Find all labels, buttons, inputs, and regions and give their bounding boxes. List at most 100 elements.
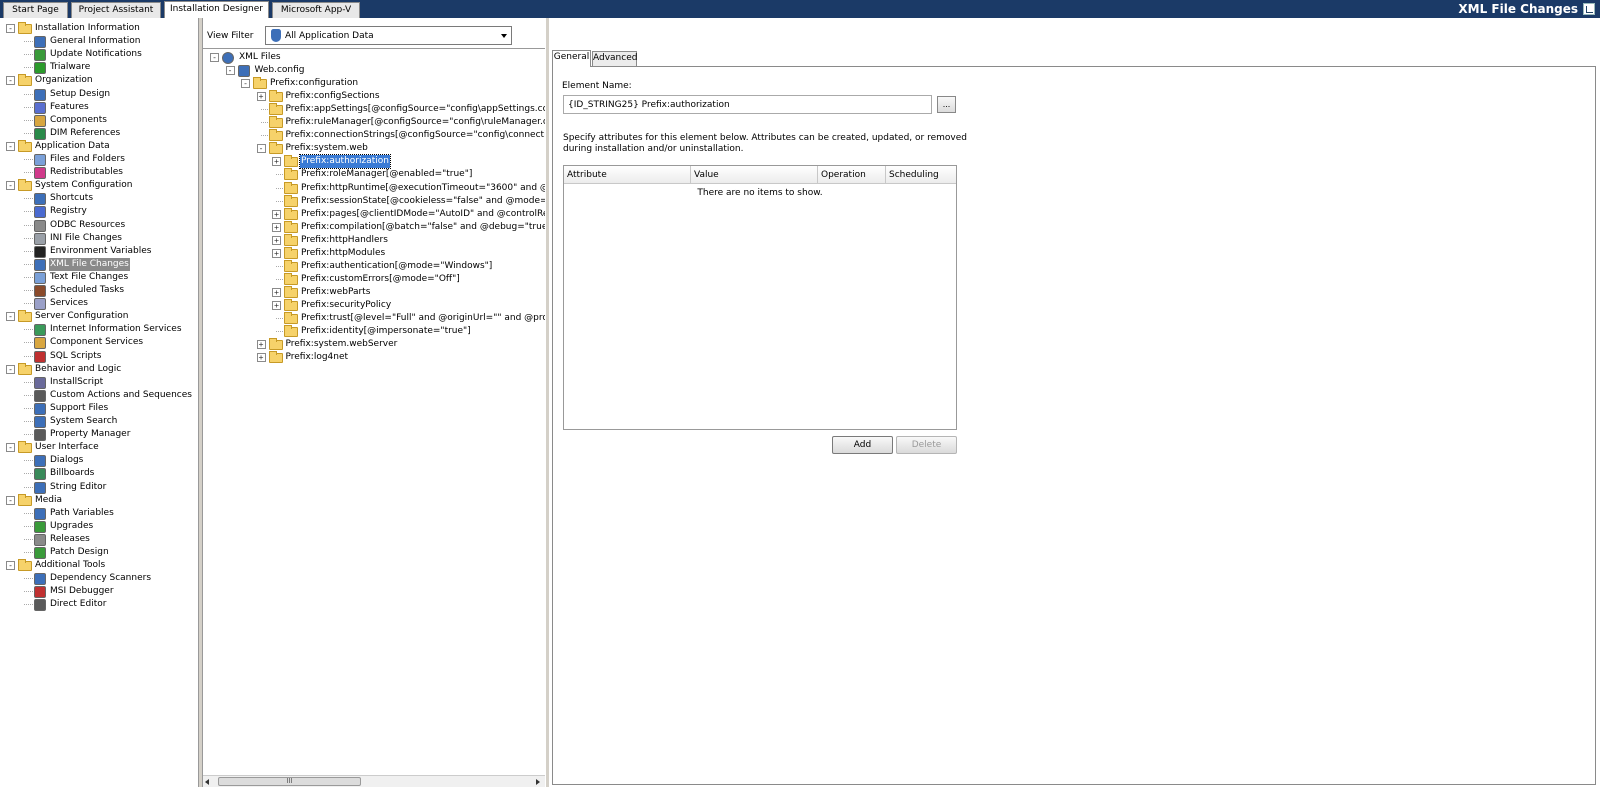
- nav-item-custom-actions-and-sequences[interactable]: Custom Actions and Sequences: [0, 389, 198, 402]
- nav-item-internet-information-services[interactable]: Internet Information Services: [0, 323, 198, 337]
- nav-item-component-services[interactable]: Component Services: [0, 336, 198, 350]
- column-header-scheduling[interactable]: Scheduling: [886, 166, 956, 184]
- nav-item-installscript[interactable]: InstallScript: [0, 376, 198, 389]
- nav-item-scheduled-tasks[interactable]: Scheduled Tasks: [0, 284, 198, 297]
- expand-expander-icon[interactable]: +: [272, 300, 281, 310]
- nav-item-general-information[interactable]: General Information: [0, 35, 198, 49]
- nav-item-property-manager[interactable]: Property Manager: [0, 428, 198, 442]
- nav-group-user-interface[interactable]: - User Interface: [0, 441, 198, 454]
- nav-item-ini-file-changes[interactable]: INI File Changes: [0, 232, 198, 245]
- tab-project-assistant[interactable]: Project Assistant: [71, 2, 161, 18]
- nav-item-dependency-scanners[interactable]: Dependency Scanners: [0, 572, 198, 586]
- xml-tree-node[interactable]: Prefix:ruleManager[@configSource="config…: [203, 116, 545, 129]
- column-header-attribute[interactable]: Attribute: [564, 166, 691, 184]
- nav-item-support-files[interactable]: Support Files: [0, 402, 198, 415]
- column-header-value[interactable]: Value: [691, 166, 818, 184]
- nav-item-path-variables[interactable]: Path Variables: [0, 507, 198, 520]
- xml-tree-node[interactable]: Prefix:httpRuntime[@executionTimeout="36…: [203, 181, 545, 195]
- tab-installation-designer[interactable]: Installation Designer: [164, 1, 269, 18]
- xml-tree-node[interactable]: - Web.config: [203, 64, 545, 78]
- delete-button[interactable]: Delete: [896, 436, 957, 454]
- expand-expander-icon[interactable]: +: [272, 209, 281, 219]
- nav-item-billboards[interactable]: Billboards: [0, 467, 198, 481]
- xml-tree-node[interactable]: - XML Files: [203, 51, 545, 64]
- xml-tree-node[interactable]: + Prefix:system.webServer: [203, 338, 545, 351]
- tab-microsoft-app-v[interactable]: Microsoft App-V: [272, 2, 360, 18]
- scrollbar-thumb[interactable]: III: [218, 777, 361, 786]
- expand-expander-icon[interactable]: +: [272, 222, 281, 232]
- xml-tree-node[interactable]: Prefix:customErrors[@mode="Off"]: [203, 272, 545, 286]
- view-filter-dropdown[interactable]: All Application Data: [265, 26, 512, 45]
- expand-expander-icon[interactable]: +: [272, 287, 281, 297]
- browse-button[interactable]: ...: [937, 96, 956, 113]
- xml-tree-node[interactable]: Prefix:sessionState[@cookieless="false" …: [203, 194, 545, 208]
- nav-item-features[interactable]: Features: [0, 101, 198, 114]
- nav-group-application-data[interactable]: - Application Data: [0, 139, 198, 153]
- xml-tree-node[interactable]: + Prefix:authorization: [203, 154, 545, 170]
- collapse-expander-icon[interactable]: -: [241, 79, 250, 89]
- nav-item-system-search[interactable]: System Search: [0, 415, 198, 428]
- xml-tree-node[interactable]: Prefix:authentication[@mode="Windows"]: [203, 259, 545, 273]
- nav-item-files-and-folders[interactable]: Files and Folders: [0, 153, 198, 166]
- tab-general[interactable]: General: [552, 50, 591, 67]
- nav-item-update-notifications[interactable]: Update Notifications: [0, 48, 198, 62]
- nav-item-dim-references[interactable]: DIM References: [0, 127, 198, 140]
- collapse-expander-icon[interactable]: -: [6, 443, 15, 453]
- tab-start-page[interactable]: Start Page: [3, 2, 68, 18]
- scroll-left-icon[interactable]: [205, 779, 209, 785]
- nav-group-behavior-and-logic[interactable]: - Behavior and Logic: [0, 362, 198, 376]
- nav-group-additional-tools[interactable]: - Additional Tools: [0, 559, 198, 572]
- xml-tree-node[interactable]: + Prefix:httpHandlers: [203, 233, 545, 247]
- nav-item-string-editor[interactable]: String Editor: [0, 481, 198, 494]
- nav-item-environment-variables[interactable]: Environment Variables: [0, 245, 198, 258]
- collapse-expander-icon[interactable]: -: [210, 53, 219, 62]
- expand-expander-icon[interactable]: +: [272, 248, 281, 258]
- nav-group-media[interactable]: - Media: [0, 493, 198, 507]
- collapse-expander-icon[interactable]: -: [225, 66, 235, 76]
- xml-tree-node[interactable]: Prefix:trust[@level="Full" and @originUr…: [203, 312, 545, 325]
- nav-group-system-configuration[interactable]: - System Configuration: [0, 179, 198, 192]
- nav-group-server-configuration[interactable]: - Server Configuration: [0, 310, 198, 323]
- xml-tree-node[interactable]: Prefix:roleManager[@enabled="true"]: [203, 168, 545, 181]
- xml-tree-node[interactable]: Prefix:appSettings[@configSource="config…: [203, 103, 545, 116]
- horizontal-scrollbar[interactable]: III: [203, 775, 545, 787]
- xml-tree-node[interactable]: + Prefix:webParts: [203, 285, 545, 299]
- attributes-table[interactable]: Attribute Value Operation Scheduling The…: [563, 165, 957, 430]
- collapse-expander-icon[interactable]: -: [6, 141, 15, 151]
- nav-item-xml-file-changes[interactable]: XML File Changes: [0, 257, 198, 271]
- nav-item-setup-design[interactable]: Setup Design: [0, 88, 198, 101]
- collapse-expander-icon[interactable]: -: [6, 24, 15, 33]
- collapse-expander-icon[interactable]: -: [6, 181, 15, 191]
- nav-item-components[interactable]: Components: [0, 114, 198, 127]
- tab-advanced[interactable]: Advanced: [592, 51, 637, 66]
- nav-item-releases[interactable]: Releases: [0, 533, 198, 546]
- xml-tree-node[interactable]: + Prefix:log4net: [203, 351, 545, 364]
- nav-item-dialogs[interactable]: Dialogs: [0, 454, 198, 468]
- nav-item-registry[interactable]: Registry: [0, 205, 198, 219]
- collapse-expander-icon[interactable]: -: [6, 495, 15, 505]
- nav-item-text-file-changes[interactable]: Text File Changes: [0, 271, 198, 284]
- xml-tree-node[interactable]: + Prefix:securityPolicy: [203, 298, 545, 312]
- add-button[interactable]: Add: [832, 436, 893, 454]
- nav-item-patch-design[interactable]: Patch Design: [0, 546, 198, 559]
- nav-item-services[interactable]: Services: [0, 297, 198, 311]
- collapse-expander-icon[interactable]: -: [6, 364, 15, 374]
- nav-item-shortcuts[interactable]: Shortcuts: [0, 192, 198, 206]
- nav-group-organization[interactable]: - Organization: [0, 74, 198, 87]
- collapse-expander-icon[interactable]: -: [6, 561, 15, 571]
- xml-tree-node[interactable]: Prefix:connectionStrings[@configSource="…: [203, 129, 545, 142]
- collapse-expander-icon[interactable]: -: [6, 312, 15, 322]
- xml-tree-node[interactable]: - Prefix:configuration: [203, 77, 545, 90]
- element-name-input[interactable]: [563, 95, 932, 114]
- expand-expander-icon[interactable]: +: [256, 353, 266, 363]
- xml-tree-node[interactable]: - Prefix:system.web: [203, 142, 545, 155]
- nav-item-direct-editor[interactable]: Direct Editor: [0, 598, 198, 612]
- expand-expander-icon[interactable]: +: [256, 92, 266, 102]
- scroll-right-icon[interactable]: [536, 779, 540, 785]
- xml-tree-node[interactable]: + Prefix:httpModules: [203, 246, 545, 260]
- nav-item-upgrades[interactable]: Upgrades: [0, 520, 198, 533]
- expand-expander-icon[interactable]: +: [272, 235, 281, 245]
- nav-item-msi-debugger[interactable]: MSI Debugger: [0, 585, 198, 599]
- nav-item-redistributables[interactable]: Redistributables: [0, 166, 198, 180]
- nav-item-odbc-resources[interactable]: ODBC Resources: [0, 219, 198, 232]
